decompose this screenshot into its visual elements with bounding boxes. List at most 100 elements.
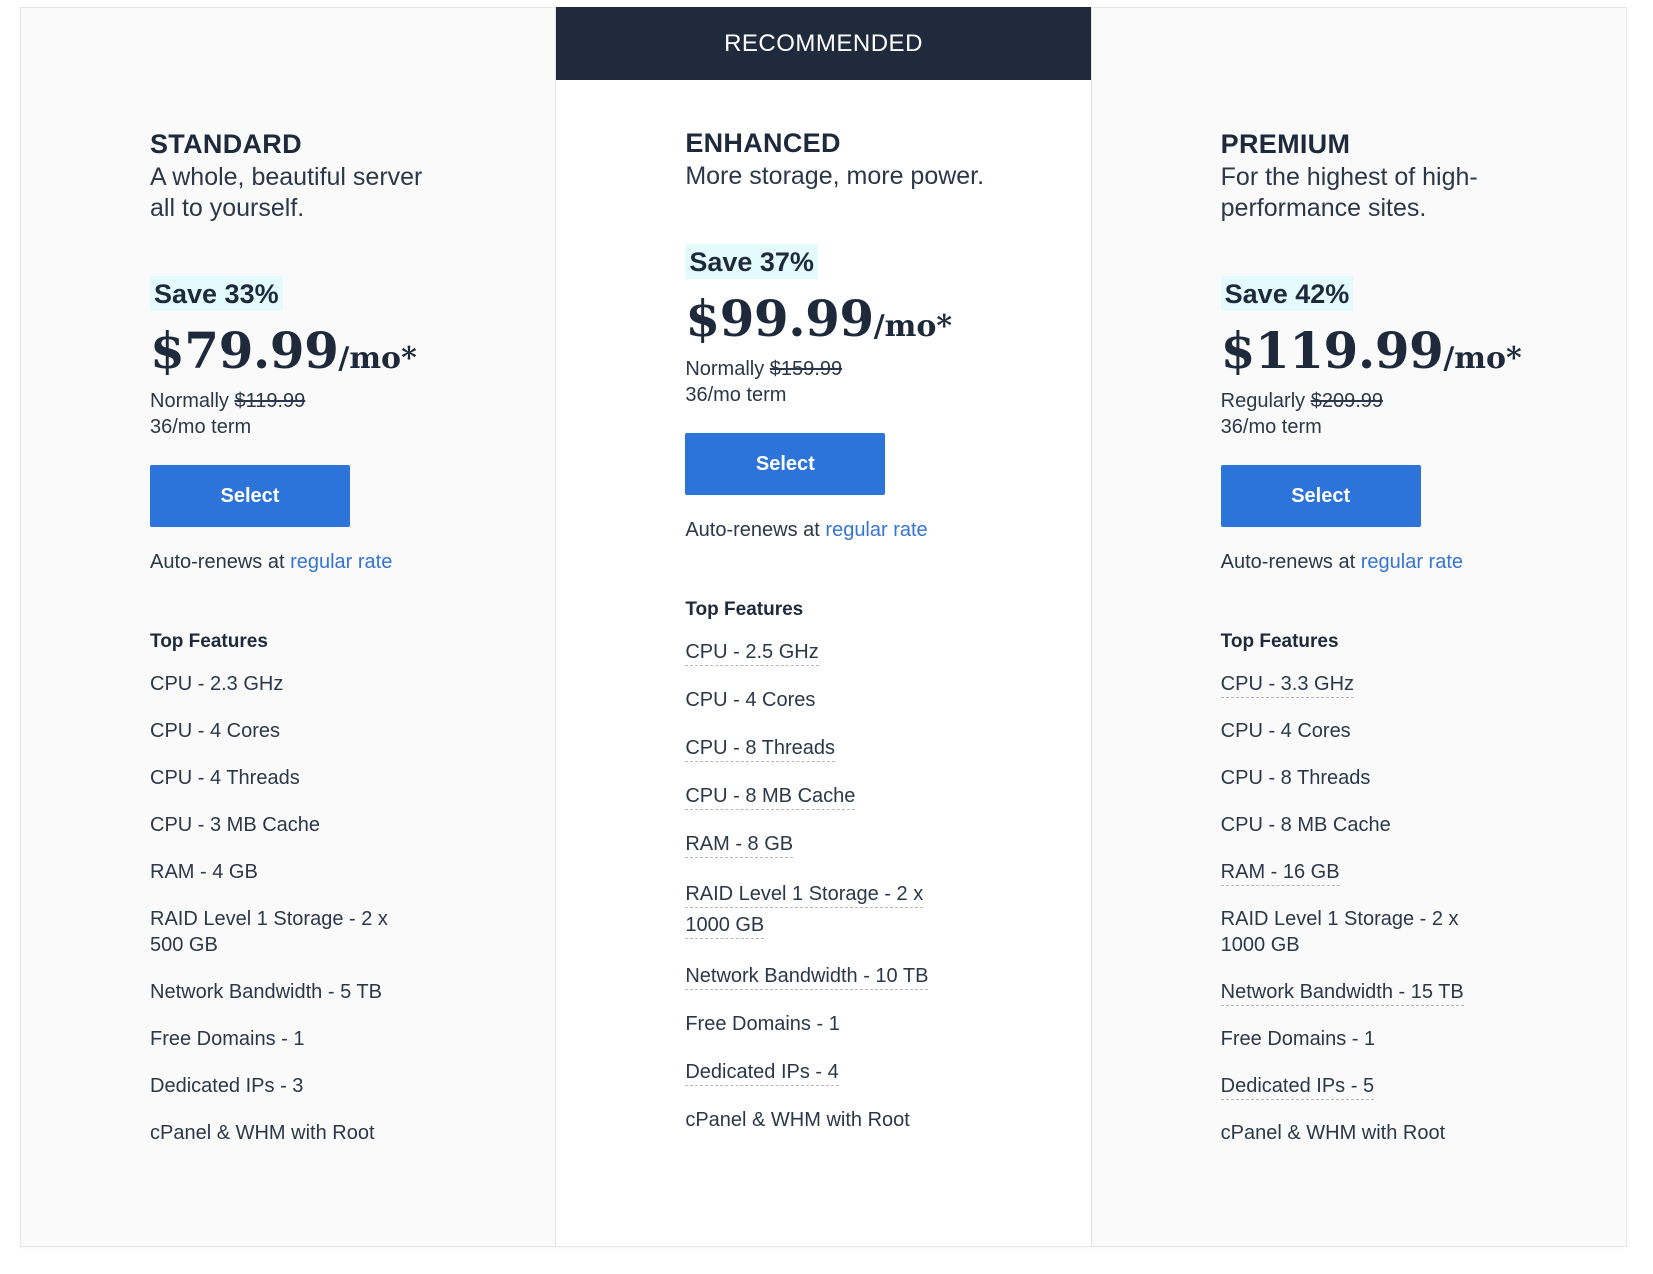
- plan-tagline: For the highest of high-performance site…: [1220, 163, 1478, 222]
- feature-tooltip-text[interactable]: Network Bandwidth - 15 TB: [1220, 981, 1464, 1006]
- feature-tooltip-text[interactable]: Dedicated IPs - 4: [685, 1061, 839, 1086]
- term: 36/mo term: [150, 416, 252, 438]
- select-enhanced-button[interactable]: Select: [685, 433, 886, 495]
- feature-item[interactable]: RAM - 8 GB: [685, 831, 955, 858]
- feature-item: RAID Level 1 Storage - 2 x 500 GB: [150, 906, 420, 958]
- feature-item: CPU - 4 Cores: [150, 718, 420, 744]
- feature-item: Dedicated IPs - 3: [150, 1073, 420, 1099]
- term: 36/mo term: [685, 384, 787, 406]
- feature-item[interactable]: Network Bandwidth - 10 TB: [685, 963, 955, 990]
- feature-item: cPanel & WHM with Root: [1221, 1120, 1491, 1146]
- feature-list: CPU - 3.3 GHz CPU - 4 Cores CPU - 8 Thread…: [1220, 671, 1521, 1146]
- plan-content: PREMIUM For the highest of high-performa…: [1220, 128, 1522, 1167]
- plan-tagline: A whole, beautiful server all to yoursel…: [150, 163, 423, 222]
- feature-text: Free Domains - 1: [685, 1013, 840, 1035]
- feature-text: CPU - 8 MB Cache: [1220, 814, 1391, 836]
- feature-item[interactable]: Network Bandwidth - 15 TB: [1220, 979, 1491, 1006]
- feature-item[interactable]: CPU - 8 MB Cache: [685, 783, 955, 810]
- feature-tooltip-text[interactable]: Dedicated IPs - 5: [1220, 1075, 1375, 1100]
- feature-item: RAID Level 1 Storage - 2 x 1000 GB: [1221, 906, 1491, 958]
- feature-item: Free Domains - 1: [685, 1011, 955, 1037]
- feature-list: CPU - 2.3 GHz CPU - 4 Cores CPU - 4 Thread…: [150, 671, 450, 1146]
- feature-text: cPanel & WHM with Root: [150, 1122, 375, 1144]
- feature-item[interactable]: RAID Level 1 Storage - 2 x 1000 GB: [685, 879, 955, 941]
- features-title: Top Features: [1220, 631, 1339, 652]
- feature-text: RAM - 4 GB: [150, 861, 258, 883]
- feature-tooltip-text[interactable]: RAM - 8 GB: [685, 833, 794, 858]
- select-standard-button[interactable]: Select: [150, 465, 350, 527]
- plan-content: ENHANCED More storage, more power. Save …: [685, 127, 985, 1155]
- feature-item: CPU - 4 Threads: [150, 765, 420, 791]
- feature-text: cPanel & WHM with Root: [685, 1109, 910, 1131]
- auto-renew-text: Auto-renews at: [685, 519, 826, 541]
- original-price: $209.99: [1310, 390, 1383, 412]
- plan-name: PREMIUM: [1220, 129, 1351, 159]
- feature-item[interactable]: Dedicated IPs - 5: [1220, 1073, 1491, 1100]
- regular-rate-link[interactable]: regular rate: [825, 519, 927, 541]
- price-amount: $79.99: [150, 321, 339, 380]
- original-price: $119.99: [234, 390, 306, 412]
- feature-item: CPU - 4 Cores: [685, 687, 955, 713]
- feature-item: CPU - 8 MB Cache: [1221, 812, 1491, 838]
- plan-content: STANDARD A whole, beautiful server all t…: [150, 128, 450, 1167]
- normal-price: Normally $159.99: [685, 356, 985, 382]
- feature-tooltip-text[interactable]: CPU - 8 Threads: [685, 737, 836, 762]
- price-period: /mo*: [1443, 341, 1522, 376]
- auto-renew-text: Auto-renews at: [150, 551, 291, 573]
- term: 36/mo term: [1220, 416, 1322, 438]
- feature-text: RAID Level 1 Storage - 2 x 500 GB: [150, 908, 388, 956]
- normal-price-label: Regularly: [1220, 390, 1311, 412]
- normal-price: Normally $119.99: [150, 388, 450, 414]
- feature-text: CPU - 4 Cores: [150, 720, 281, 742]
- regular-rate-link[interactable]: regular rate: [1361, 551, 1463, 573]
- plan-card-standard: STANDARD A whole, beautiful server all t…: [21, 8, 557, 1246]
- feature-item: Free Domains - 1: [150, 1026, 420, 1052]
- feature-list: CPU - 2.5 GHz CPU - 4 Cores CPU - 8 Thread…: [685, 639, 985, 1133]
- feature-tooltip-text[interactable]: CPU - 8 MB Cache: [685, 785, 856, 810]
- pricing-plans: STANDARD A whole, beautiful server all t…: [20, 7, 1627, 1247]
- select-premium-button[interactable]: Select: [1220, 465, 1421, 527]
- price: $99.99/mo*: [685, 289, 985, 348]
- price: $119.99/mo*: [1221, 321, 1522, 380]
- feature-tooltip-text[interactable]: RAM - 16 GB: [1220, 861, 1340, 886]
- feature-tooltip-text[interactable]: CPU - 3.3 GHz: [1220, 673, 1355, 698]
- feature-item: cPanel & WHM with Root: [150, 1120, 420, 1146]
- feature-item[interactable]: CPU - 8 Threads: [685, 735, 955, 762]
- feature-item: CPU - 3 MB Cache: [150, 812, 420, 838]
- feature-text: Network Bandwidth - 5 TB: [150, 981, 382, 1003]
- features-title: Top Features: [150, 631, 268, 652]
- plan-tagline: More storage, more power.: [685, 162, 985, 190]
- feature-text: cPanel & WHM with Root: [1220, 1122, 1446, 1144]
- auto-renew-note: Auto-renews at regular rate: [1221, 549, 1521, 575]
- feature-text: Dedicated IPs - 3: [150, 1075, 304, 1097]
- plan-name: ENHANCED: [685, 128, 841, 158]
- normal-price-label: Normally: [685, 358, 770, 380]
- plan-card-enhanced: RECOMMENDED ENHANCED More storage, more …: [556, 7, 1092, 1246]
- feature-text: CPU - 8 Threads: [1220, 767, 1371, 789]
- original-price: $159.99: [769, 358, 843, 380]
- feature-item[interactable]: CPU - 2.5 GHz: [685, 639, 955, 666]
- regular-rate-link[interactable]: regular rate: [290, 551, 392, 573]
- price-period: /mo*: [873, 309, 953, 344]
- feature-tooltip-text[interactable]: Network Bandwidth - 10 TB: [685, 965, 929, 990]
- feature-text: CPU - 4 Cores: [685, 689, 816, 711]
- feature-item: CPU - 4 Cores: [1221, 718, 1491, 744]
- feature-item: cPanel & WHM with Root: [685, 1107, 955, 1133]
- feature-text: CPU - 3 MB Cache: [150, 814, 321, 836]
- feature-tooltip-text[interactable]: CPU - 2.5 GHz: [685, 641, 819, 666]
- feature-item: Free Domains - 1: [1221, 1026, 1491, 1052]
- auto-renew-text: Auto-renews at: [1220, 551, 1361, 573]
- feature-item[interactable]: Dedicated IPs - 4: [685, 1059, 955, 1086]
- feature-item[interactable]: RAM - 16 GB: [1220, 859, 1491, 886]
- feature-text: CPU - 4 Threads: [150, 767, 300, 789]
- feature-item[interactable]: CPU - 3.3 GHz: [1220, 671, 1491, 698]
- feature-tooltip-text[interactable]: RAID Level 1 Storage - 2 x 1000 GB: [685, 883, 924, 939]
- save-badge: Save 33%: [150, 276, 283, 311]
- auto-renew-note: Auto-renews at regular rate: [150, 549, 450, 575]
- normal-price-label: Normally: [150, 390, 235, 412]
- normal-price: Regularly $209.99: [1221, 388, 1521, 414]
- save-badge: Save 37%: [685, 244, 818, 279]
- auto-renew-note: Auto-renews at regular rate: [685, 517, 985, 543]
- feature-text: CPU - 2.3 GHz: [150, 673, 284, 695]
- feature-item: Network Bandwidth - 5 TB: [150, 979, 420, 1005]
